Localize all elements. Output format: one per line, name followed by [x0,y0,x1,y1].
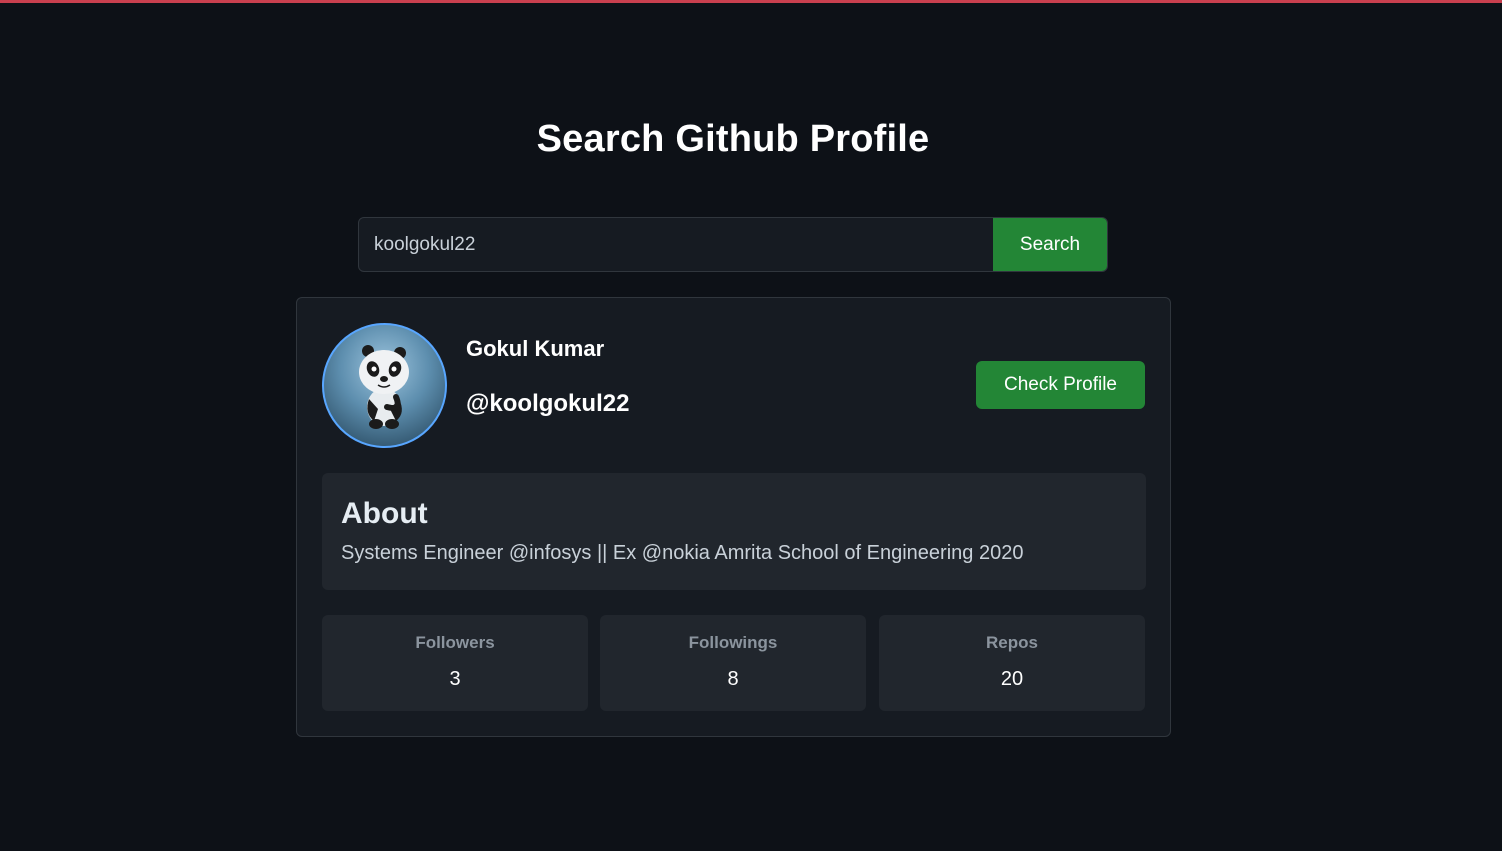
about-panel: About Systems Engineer @infosys || Ex @n… [322,473,1146,590]
stat-value: 20 [1000,668,1024,690]
top-accent-bar [0,0,1502,3]
stat-label: Followings [688,633,778,652]
about-heading: About [341,497,428,530]
stat-followers: Followers 3 [322,615,588,711]
search-button[interactable]: Search [993,218,1107,271]
stat-followings: Followings 8 [600,615,866,711]
profile-name: Gokul Kumar [466,336,605,361]
page-title: Search Github Profile [536,118,930,160]
stat-value: 3 [449,668,461,690]
about-bio: Systems Engineer @infosys || Ex @nokia A… [341,542,1024,564]
search-input[interactable] [359,218,993,271]
stat-repos: Repos 20 [879,615,1145,711]
stat-value: 8 [727,668,739,690]
stat-label: Repos [986,633,1038,652]
profile-handle: @koolgokul22 [466,390,630,417]
profile-card: Gokul Kumar @koolgokul22 Check Profile A… [296,297,1171,737]
stat-label: Followers [415,633,495,652]
search-bar: Search [358,217,1108,272]
panda-avatar-icon [322,323,447,448]
check-profile-button[interactable]: Check Profile [976,361,1145,409]
